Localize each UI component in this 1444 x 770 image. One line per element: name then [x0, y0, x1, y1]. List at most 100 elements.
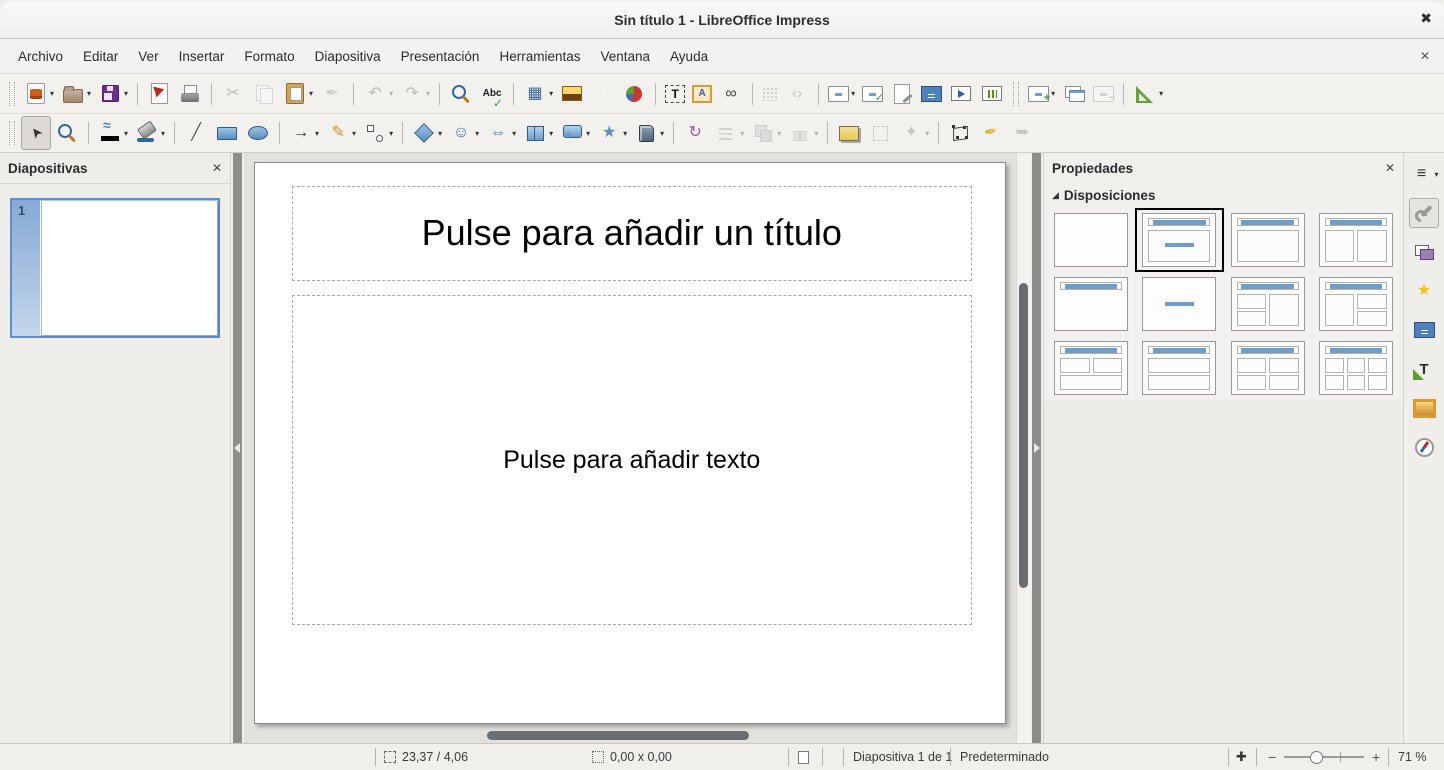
- callout-shapes-dropdown-icon[interactable]: ▾: [586, 129, 590, 138]
- insert-hyperlink-button[interactable]: ∞: [716, 77, 746, 111]
- tab-styles[interactable]: T: [1409, 354, 1439, 384]
- tab-master-slides[interactable]: [1409, 315, 1439, 345]
- menu-diapositiva[interactable]: Diapositiva: [305, 42, 391, 71]
- insert-table-button[interactable]: ▦▾: [520, 77, 556, 111]
- insert-image-button[interactable]: [557, 77, 587, 111]
- 3d-objects-dropdown-icon[interactable]: ▾: [660, 129, 664, 138]
- lines-and-arrows-dropdown-icon[interactable]: ▾: [315, 129, 319, 138]
- new-slide-dropdown-icon[interactable]: ▾: [1051, 89, 1055, 98]
- title-placeholder[interactable]: Pulse para añadir un título: [292, 186, 972, 281]
- vertical-scrollbar[interactable]: [1016, 153, 1030, 743]
- arrange-dropdown-icon[interactable]: ▾: [777, 129, 781, 138]
- curves-and-polygons-dropdown-icon[interactable]: ▾: [352, 129, 356, 138]
- distribute-selection-dropdown-icon[interactable]: ▾: [814, 129, 818, 138]
- save-dropdown-icon[interactable]: ▾: [124, 89, 128, 98]
- line-style-button[interactable]: ▾: [95, 116, 131, 150]
- select-button[interactable]: ➤: [21, 116, 51, 150]
- duplicate-slide-button[interactable]: [1059, 77, 1089, 111]
- layout-six-content[interactable]: [1313, 337, 1399, 399]
- tab-animation[interactable]: ★: [1409, 276, 1439, 306]
- open-dropdown-icon[interactable]: ▾: [87, 89, 91, 98]
- layout-two-content-over-content[interactable]: [1048, 337, 1134, 399]
- vertical-scrollbar-thumb[interactable]: [1019, 283, 1028, 588]
- horizontal-scrollbar-thumb[interactable]: [487, 731, 749, 740]
- 3d-objects-button[interactable]: ▾: [631, 116, 667, 150]
- start-from-first-slide-button[interactable]: [946, 77, 976, 111]
- image-filter-dropdown-icon[interactable]: ▾: [925, 129, 929, 138]
- layout-title-two-content[interactable]: [1313, 209, 1399, 271]
- rectangle-button[interactable]: [212, 116, 242, 150]
- layouts-section-header[interactable]: ◢ Disposiciones: [1044, 183, 1403, 207]
- insert-fontwork-button[interactable]: A: [689, 77, 715, 111]
- paste-dropdown-icon[interactable]: ▾: [309, 89, 313, 98]
- flowchart-shapes-button[interactable]: ▾: [520, 116, 556, 150]
- undo-dropdown-icon[interactable]: ▾: [389, 89, 393, 98]
- menu-ayuda[interactable]: Ayuda: [660, 42, 718, 71]
- zoom-level-indicator[interactable]: 71 %: [1398, 744, 1427, 770]
- menu-ventana[interactable]: Ventana: [590, 42, 660, 71]
- fill-color-dropdown-icon[interactable]: ▾: [161, 129, 165, 138]
- tab-slide-transition[interactable]: [1409, 237, 1439, 267]
- start-from-current-slide-button[interactable]: [977, 77, 1007, 111]
- rotate-button[interactable]: ↻: [680, 116, 710, 150]
- left-panel-splitter[interactable]: [233, 153, 242, 743]
- connectors-button[interactable]: ▾: [360, 116, 396, 150]
- layout-two-content-and-content[interactable]: [1225, 273, 1311, 335]
- slide-properties-button[interactable]: [887, 77, 917, 111]
- export-pdf-button[interactable]: [144, 77, 174, 111]
- ellipse-button[interactable]: [243, 116, 273, 150]
- document-modified-indicator[interactable]: [798, 744, 809, 770]
- master-slide-dropdown-icon[interactable]: ▾: [851, 89, 855, 98]
- insert-text-box-button[interactable]: T: [662, 77, 688, 111]
- layout-blank[interactable]: [1048, 209, 1134, 271]
- zoom-slider-track[interactable]: [1284, 756, 1364, 758]
- redo-dropdown-icon[interactable]: ▾: [426, 89, 430, 98]
- layout-title-slide[interactable]: [1136, 209, 1222, 271]
- find-and-replace-button[interactable]: [446, 77, 476, 111]
- insert-table-dropdown-icon[interactable]: ▾: [549, 89, 553, 98]
- print-button[interactable]: [175, 77, 205, 111]
- insert-text-box-drawing-button[interactable]: [834, 116, 864, 150]
- lines-and-arrows-button[interactable]: →▾: [286, 116, 322, 150]
- edit-points-button[interactable]: [945, 116, 975, 150]
- callout-shapes-button[interactable]: ▾: [557, 116, 593, 150]
- slide-thumbnail-1[interactable]: 1: [10, 198, 220, 338]
- new-slide-button[interactable]: +▾: [1025, 77, 1058, 111]
- document-close-icon[interactable]: ✕: [1420, 49, 1430, 63]
- tab-navigator[interactable]: [1409, 432, 1439, 462]
- display-views-button[interactable]: [918, 77, 945, 111]
- insert-media-button[interactable]: ♪: [588, 77, 618, 111]
- body-placeholder[interactable]: Pulse para añadir texto: [292, 295, 972, 625]
- slides-panel-close-icon[interactable]: ✕: [212, 161, 222, 175]
- new-presentation-dropdown-icon[interactable]: ▾: [50, 89, 54, 98]
- zoom-fit-button[interactable]: ✚: [1236, 744, 1247, 770]
- sidebar-settings-button[interactable]: ≡▾: [1409, 159, 1439, 189]
- stars-and-banners-dropdown-icon[interactable]: ▾: [623, 129, 627, 138]
- block-arrows-button[interactable]: ⇔▾: [483, 116, 519, 150]
- insert-chart-button[interactable]: [619, 77, 649, 111]
- layout-title-only[interactable]: [1048, 273, 1134, 335]
- window-close-icon[interactable]: ✖: [1420, 10, 1432, 27]
- menu-insertar[interactable]: Insertar: [169, 42, 235, 71]
- slide-template-indicator[interactable]: Predeterminado: [960, 744, 1049, 770]
- symbol-shapes-dropdown-icon[interactable]: ▾: [475, 129, 479, 138]
- symbol-shapes-button[interactable]: ☺▾: [446, 116, 482, 150]
- zoom-slider[interactable]: [1284, 744, 1364, 770]
- master-slide-button[interactable]: ▾: [825, 77, 858, 111]
- zoom-in-button[interactable]: +: [1372, 744, 1380, 770]
- curves-and-polygons-button[interactable]: ✎▾: [323, 116, 359, 150]
- right-panel-splitter[interactable]: [1032, 153, 1041, 743]
- block-arrows-dropdown-icon[interactable]: ▾: [512, 129, 516, 138]
- layout-four-content[interactable]: [1225, 337, 1311, 399]
- horizontal-scrollbar[interactable]: [244, 730, 1016, 741]
- layout-centered-text[interactable]: [1136, 273, 1222, 335]
- flowchart-shapes-dropdown-icon[interactable]: ▾: [549, 129, 553, 138]
- connectors-dropdown-icon[interactable]: ▾: [389, 129, 393, 138]
- menu-archivo[interactable]: Archivo: [8, 42, 73, 71]
- insert-line-button[interactable]: ╱: [181, 116, 211, 150]
- slide-layout-dropdown-icon[interactable]: ▾: [1159, 89, 1163, 98]
- menu-herramientas[interactable]: Herramientas: [489, 42, 590, 71]
- menu-presentacion[interactable]: Presentación: [391, 42, 490, 71]
- menu-ver[interactable]: Ver: [128, 42, 168, 71]
- tab-properties[interactable]: [1409, 198, 1439, 228]
